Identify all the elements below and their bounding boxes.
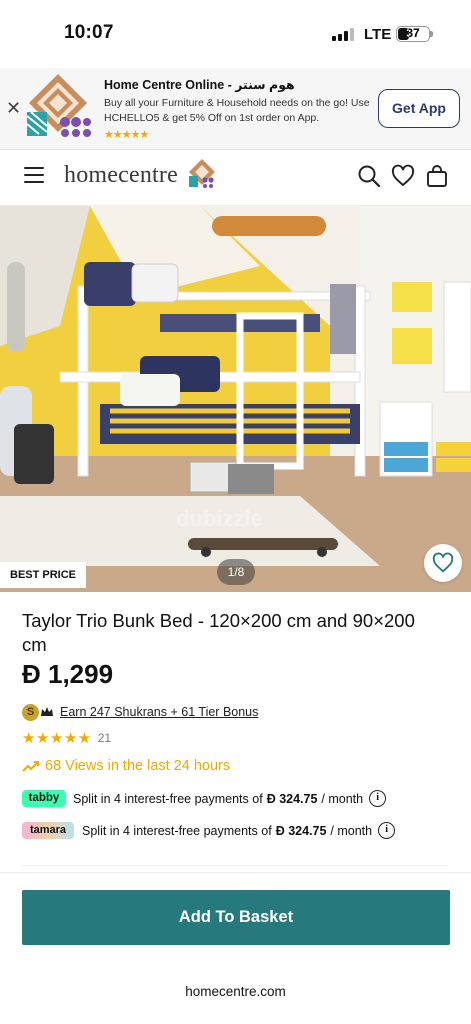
status-time: 10:07: [64, 22, 114, 43]
crown-icon: [41, 707, 53, 716]
divider: [22, 865, 448, 866]
heart-icon[interactable]: [391, 164, 415, 188]
product-rating[interactable]: ★★★★★ 21: [22, 729, 111, 747]
tamara-logo: tamara: [22, 822, 74, 839]
home-centre-app-logo: [25, 72, 91, 138]
tabby-suffix: / month: [321, 791, 364, 806]
signal-icon: [332, 28, 354, 41]
views-indicator: 68 Views in the last 24 hours: [22, 758, 230, 774]
tamara-suffix: / month: [330, 823, 373, 838]
tamara-amount: Ð 324.75: [275, 823, 327, 838]
banner-description: Buy all your Furniture & Household needs…: [104, 97, 370, 124]
product-price: Ð 1,299: [22, 659, 114, 689]
site-logo[interactable]: homecentre: [64, 162, 178, 189]
image-pager: 1/8: [217, 559, 255, 585]
status-bar: 10:07 LTE 37: [0, 0, 471, 68]
shukran-coin-icon: S: [22, 703, 39, 721]
tamara-installments: tamara Split in 4 interest-free payments…: [22, 822, 396, 839]
wishlist-button[interactable]: [424, 544, 462, 582]
review-count[interactable]: 21: [98, 731, 111, 745]
logo-mark-icon: [189, 159, 215, 188]
product-photo: dubizzle: [0, 206, 471, 592]
heart-outline-icon: [432, 552, 454, 573]
tabby-amount: Ð 324.75: [266, 791, 318, 806]
watermark-text: dubizzle: [176, 506, 263, 531]
battery-icon: 37: [396, 26, 430, 42]
product-image-carousel[interactable]: dubizzle BEST PRICE 1/8: [0, 206, 471, 592]
views-text: 68 Views in the last 24 hours: [45, 758, 231, 774]
tabby-text: Split in 4 interest-free payments of: [73, 791, 263, 806]
close-icon[interactable]: ✕: [6, 98, 21, 119]
rating-stars: ★★★★★: [22, 730, 92, 747]
browser-url[interactable]: homecentre.com: [0, 984, 471, 999]
banner-title: Home Centre Online - هوم سنتر: [104, 78, 295, 92]
product-title: Taylor Trio Bunk Bed - 120×200 cm and 90…: [22, 610, 415, 655]
network-label: LTE: [364, 26, 392, 43]
best-price-badge: BEST PRICE: [0, 562, 87, 588]
battery-tip: [430, 31, 433, 37]
site-header: homecentre: [0, 150, 471, 206]
info-icon[interactable]: i: [378, 822, 396, 839]
shukran-points[interactable]: S Earn 247 Shukrans + 61 Tier Bonus: [22, 702, 258, 722]
search-icon[interactable]: [357, 164, 381, 188]
add-to-basket-button[interactable]: Add To Basket: [22, 890, 450, 945]
menu-icon[interactable]: [24, 167, 44, 183]
shukran-text[interactable]: Earn 247 Shukrans + 61 Tier Bonus: [60, 705, 258, 719]
info-icon[interactable]: i: [369, 790, 387, 807]
tabby-installments: tabby Split in 4 interest-free payments …: [22, 790, 387, 807]
app-install-banner: ✕ Home Centre Online - هوم سنتر Buy all …: [0, 68, 471, 150]
tabby-logo: tabby: [22, 790, 66, 807]
banner-rating-stars: ★★★★★: [104, 129, 149, 141]
tamara-text: Split in 4 interest-free payments of: [82, 823, 272, 838]
shopping-bag-icon[interactable]: [425, 164, 449, 188]
get-app-button[interactable]: Get App: [378, 89, 460, 128]
trending-up-icon: [22, 761, 39, 772]
battery-label: 37: [406, 26, 420, 40]
